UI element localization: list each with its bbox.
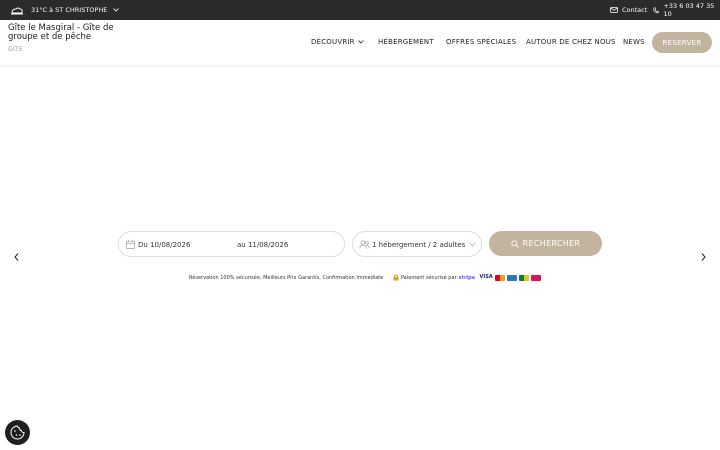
weather-text: 31°C à ST CHRISTOPHE bbox=[31, 6, 108, 14]
cookie-icon bbox=[10, 425, 25, 440]
chevron-down-icon bbox=[357, 40, 364, 44]
slider-prev-button[interactable] bbox=[11, 252, 21, 262]
visa-icon: VISA bbox=[479, 274, 494, 281]
reserve-button[interactable]: RÉSERVER bbox=[652, 32, 712, 53]
top-bar: 31°C à ST CHRISTOPHE Contact +33 6 03 47… bbox=[0, 0, 720, 20]
nav-label: OFFRES SPÉCIALES bbox=[446, 38, 517, 46]
date-to[interactable]: au 11/08/2026 bbox=[237, 241, 288, 249]
nav-news[interactable]: NEWS bbox=[623, 38, 645, 46]
search-icon bbox=[511, 239, 519, 248]
phone-number: +33 6 03 47 35 10 bbox=[663, 2, 715, 18]
payment-label: Paiement sécurisé par bbox=[401, 274, 457, 281]
weather-icon bbox=[11, 7, 23, 14]
calendar-icon bbox=[126, 240, 135, 249]
site-title: Gîte le Masgiral - Gîte de groupe et de … bbox=[8, 23, 114, 42]
nav-hebergement[interactable]: HÉBERGEMENT bbox=[378, 38, 434, 46]
chevron-down-icon bbox=[469, 242, 476, 247]
nav-decouvrir[interactable]: DÉCOUVRIR bbox=[311, 38, 364, 46]
date-range-picker[interactable]: Du 10/08/2026 au 11/08/2026 bbox=[118, 231, 345, 257]
contact-link[interactable]: Contact bbox=[610, 0, 647, 20]
card-icon bbox=[531, 274, 542, 281]
guests-text: 1 hébergement / 2 adultes bbox=[372, 241, 466, 249]
booking-assurance: Réservation 100% sécurisée, Meilleurs Pr… bbox=[189, 275, 384, 281]
lock-icon bbox=[393, 274, 399, 281]
slider-next-button[interactable] bbox=[698, 252, 708, 262]
amex-icon bbox=[507, 274, 518, 281]
nav-label: NEWS bbox=[623, 38, 645, 46]
nav-offres-speciales[interactable]: OFFRES SPÉCIALES bbox=[446, 38, 516, 46]
chevron-left-icon bbox=[13, 253, 18, 261]
contact-label: Contact bbox=[622, 6, 648, 14]
chevron-down-icon bbox=[113, 8, 120, 12]
nav-label: AUTOUR DE CHEZ NOUS bbox=[526, 38, 616, 46]
search-label: RECHERCHER bbox=[522, 239, 581, 248]
search-button[interactable]: RECHERCHER bbox=[489, 231, 602, 256]
site-type: GÎTE bbox=[8, 46, 24, 53]
card-icon bbox=[519, 274, 530, 281]
payment-info: Paiement sécurisé par stripe VISA bbox=[393, 273, 543, 282]
brand[interactable]: Gîte le Masgiral - Gîte de groupe et de … bbox=[8, 23, 138, 54]
nav-label: DÉCOUVRIR bbox=[311, 38, 355, 46]
guests-selector[interactable]: 1 hébergement / 2 adultes bbox=[352, 231, 482, 257]
stripe-logo: stripe bbox=[458, 274, 476, 281]
phone-link[interactable]: +33 6 03 47 35 10 bbox=[653, 0, 720, 20]
people-icon bbox=[359, 240, 370, 249]
chevron-right-icon bbox=[701, 253, 706, 261]
nav-autour-de-chez-nous[interactable]: AUTOUR DE CHEZ NOUS bbox=[526, 38, 616, 46]
weather-widget[interactable]: 31°C à ST CHRISTOPHE bbox=[10, 0, 126, 20]
nav-label: HÉBERGEMENT bbox=[378, 38, 434, 46]
mail-icon bbox=[610, 7, 618, 13]
phone-icon bbox=[653, 7, 660, 13]
cookie-settings-button[interactable] bbox=[5, 420, 30, 445]
main-header: Gîte le Masgiral - Gîte de groupe et de … bbox=[0, 20, 720, 65]
date-from[interactable]: Du 10/08/2026 bbox=[138, 241, 190, 249]
mastercard-icon bbox=[495, 274, 506, 281]
